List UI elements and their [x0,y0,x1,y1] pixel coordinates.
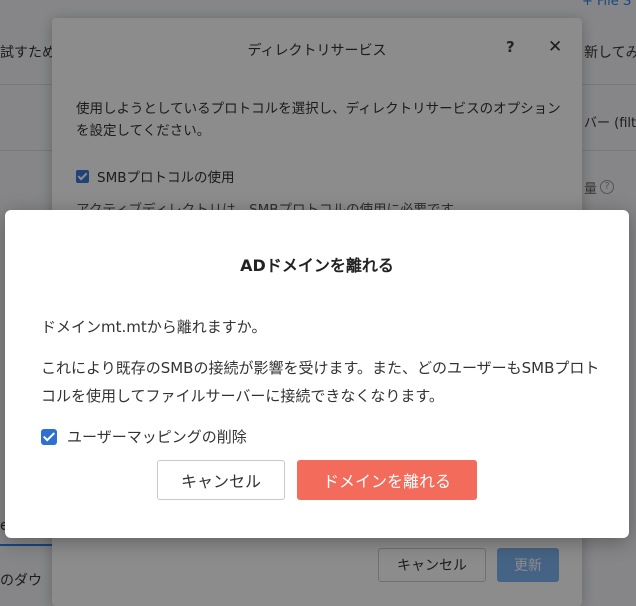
warning-text: これにより既存のSMBの接続が影響を受けます。また、どのユーザーもSMBプロトコ… [41,359,600,405]
leave-domain-button[interactable]: ドメインを離れる [297,460,477,500]
remove-user-mapping-checkbox[interactable]: ユーザーマッピングの削除 [41,426,247,447]
modal-title: ADドメインを離れる [240,256,394,275]
cancel-button[interactable]: キャンセル [157,460,285,500]
remove-user-mapping-label: ユーザーマッピングの削除 [67,428,247,446]
leave-domain-modal: ADドメインを離れる ドメインmt.mtから離れますか。 これにより既存のSMB… [5,210,629,538]
checkbox-checked-icon[interactable] [41,428,57,445]
confirm-question: ドメインmt.mtから離れますか。 [41,318,267,336]
